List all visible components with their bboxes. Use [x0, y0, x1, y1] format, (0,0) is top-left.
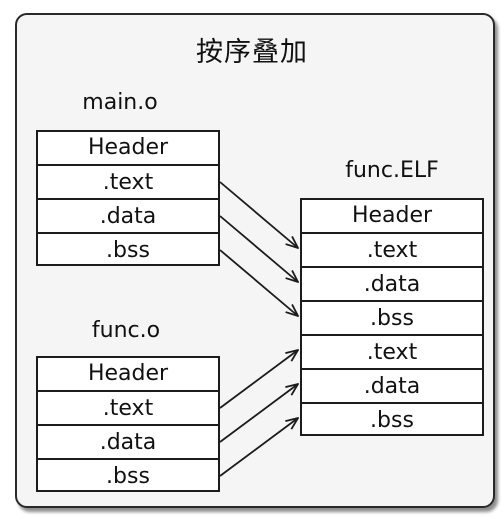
arrow-func-data [219, 384, 298, 443]
arrow-main-text [219, 181, 298, 248]
arrow-func-bss [219, 418, 298, 477]
arrow-func-text [219, 350, 298, 409]
arrow-main-data [219, 215, 298, 282]
merge-arrows [219, 181, 504, 477]
arrow-main-bss [219, 249, 298, 316]
